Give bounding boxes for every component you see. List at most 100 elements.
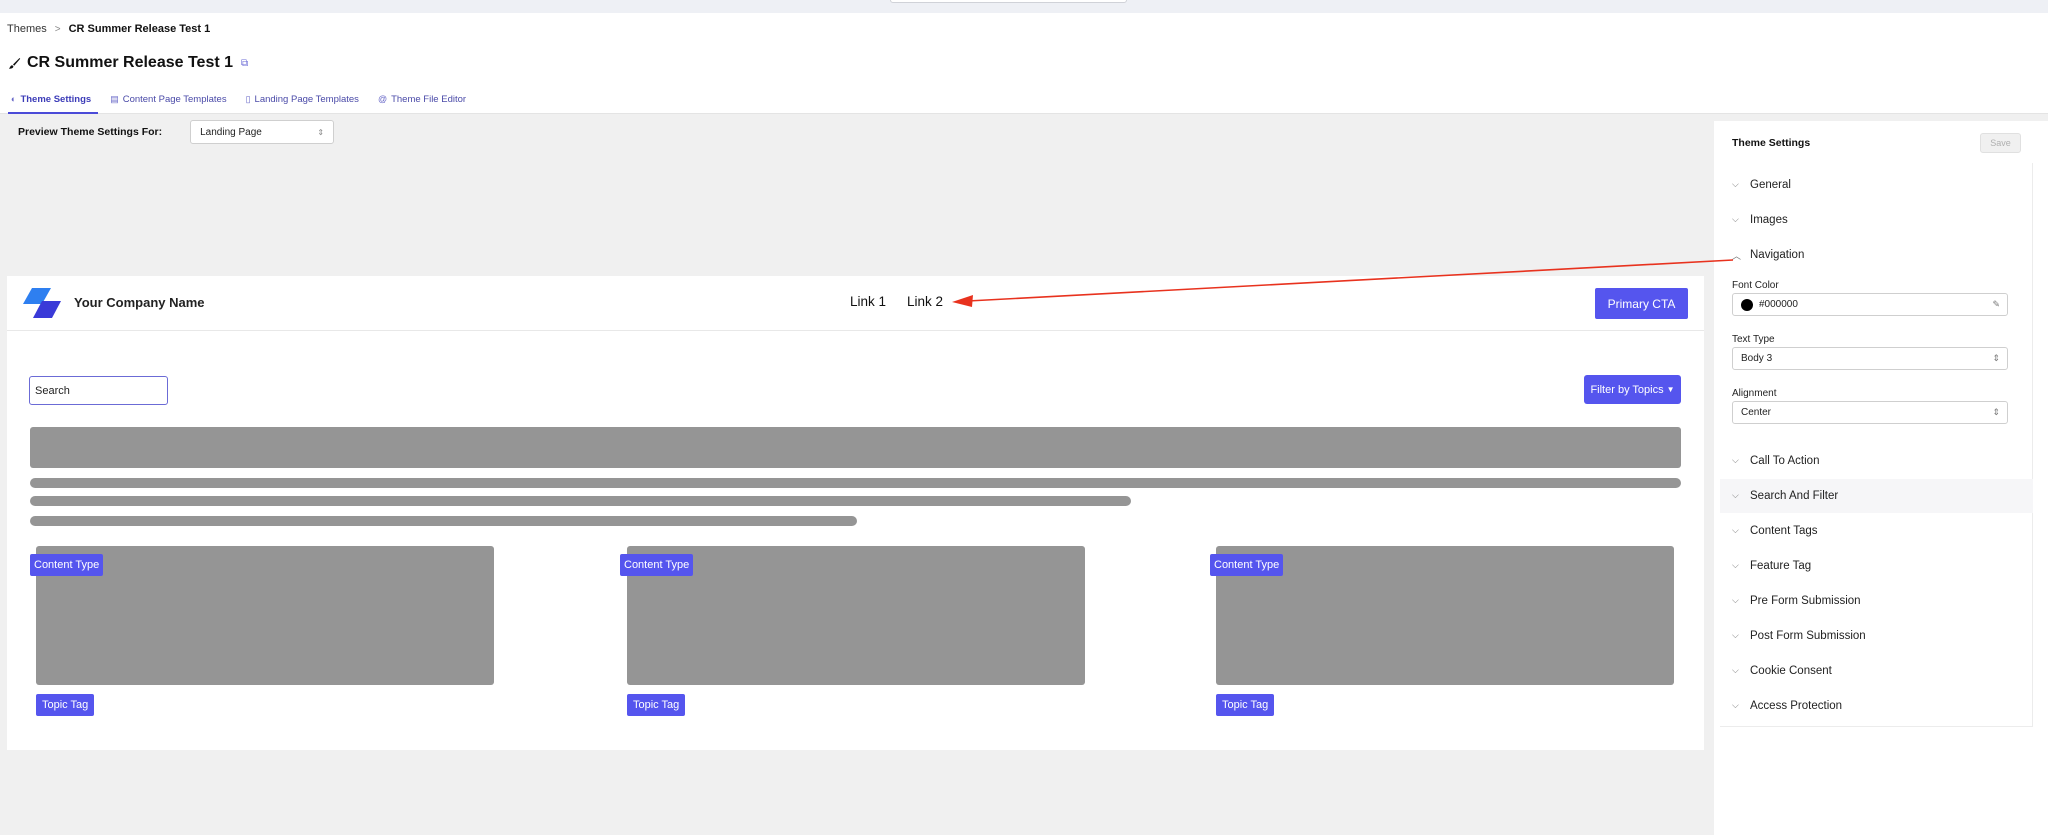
section-label: General <box>1750 179 1791 191</box>
section-label: Access Protection <box>1750 700 1843 712</box>
caret-down-icon: ▼ <box>1666 385 1675 394</box>
tab-label: Theme File Editor <box>391 94 467 105</box>
font-color-value: #000000 <box>1759 299 1798 310</box>
page-title: CR Summer Release Test 1 <box>27 54 234 71</box>
theme-settings-panel: Theme Settings Save ⌵ General ⌵ Images ︿… <box>1714 121 2048 835</box>
copy-icon[interactable]: ⧉ <box>241 58 248 69</box>
section-label: Content Tags <box>1750 525 1818 537</box>
section-content-tags[interactable]: ⌵ Content Tags <box>1720 514 2033 548</box>
preview-label: Preview Theme Settings For: <box>18 126 163 138</box>
title-row: CR Summer Release Test 1 ⧉ <box>8 54 248 72</box>
nav-link-2[interactable]: Link 2 <box>907 294 943 309</box>
preview-page-select[interactable]: Landing Page ⇕ <box>190 120 335 144</box>
site-search-input[interactable]: Search <box>29 376 168 405</box>
text-type-select[interactable]: Body 3 ⇕ <box>1732 347 2008 370</box>
section-images[interactable]: ⌵ Images <box>1720 203 2033 237</box>
top-strip <box>0 0 2048 13</box>
select-value: Landing Page <box>200 126 262 138</box>
section-search-and-filter[interactable]: ⌵ Search And Filter <box>1720 479 2033 513</box>
breadcrumb-themes-link[interactable]: Themes <box>7 23 47 35</box>
chevron-down-icon: ⌵ <box>1732 560 1739 570</box>
topic-tag[interactable]: Topic Tag <box>627 694 686 716</box>
content-type-badge: Content Type <box>1210 554 1284 576</box>
content-type-badge: Content Type <box>30 554 104 576</box>
tab-label: Theme Settings <box>20 94 92 105</box>
alignment-select[interactable]: Center ⇕ <box>1732 401 2008 424</box>
updown-chevron-icon: ⇕ <box>1992 407 2000 417</box>
filter-label: Filter by Topics <box>1590 383 1664 396</box>
section-pre-form-submission[interactable]: ⌵ Pre Form Submission <box>1720 584 2033 618</box>
card-image <box>36 546 494 685</box>
skeleton-line <box>30 478 1681 488</box>
eyedropper-icon[interactable]: ✎ <box>1992 299 2000 310</box>
site-navigation: Your Company Name Link 1 Link 2 Primary … <box>7 276 1704 331</box>
theme-preview-canvas: Your Company Name Link 1 Link 2 Primary … <box>7 276 1704 750</box>
text-type-label: Text Type <box>1732 334 1775 345</box>
card-image <box>627 546 1085 685</box>
top-search-box[interactable] <box>890 0 1127 3</box>
section-cookie-consent[interactable]: ⌵ Cookie Consent <box>1720 654 2033 688</box>
nav-link-1[interactable]: Link 1 <box>850 294 886 309</box>
chevron-down-icon: ⌵ <box>1732 665 1739 675</box>
primary-cta-button[interactable]: Primary CTA <box>1595 288 1688 319</box>
section-navigation[interactable]: ︿ Navigation <box>1720 238 2033 272</box>
template-icon: ▤ <box>110 94 119 104</box>
section-label: Post Form Submission <box>1750 630 1866 642</box>
font-color-field[interactable]: #000000 ✎ <box>1732 293 2008 316</box>
at-icon: @ <box>377 94 388 104</box>
content-type-badge: Content Type <box>620 554 694 576</box>
breadcrumb-current: CR Summer Release Test 1 <box>68 23 211 35</box>
tab-theme-file-editor[interactable]: @ Theme File Editor <box>375 90 473 114</box>
font-color-label: Font Color <box>1732 280 1779 291</box>
chevron-down-icon: ⌵ <box>1732 630 1739 640</box>
alignment-value: Center <box>1741 407 1772 418</box>
panel-header: Theme Settings Save <box>1714 121 2048 163</box>
section-feature-tag[interactable]: ⌵ Feature Tag <box>1720 549 2033 583</box>
color-swatch[interactable] <box>1741 298 1753 311</box>
alignment-label: Alignment <box>1732 388 1777 399</box>
tab-theme-settings[interactable]: ◐ Theme Settings <box>8 90 99 114</box>
tab-label: Content Page Templates <box>122 94 227 105</box>
theme-icon: ◐ <box>11 94 17 104</box>
section-label: Call To Action <box>1750 455 1820 467</box>
panel-title: Theme Settings <box>1732 137 1811 149</box>
section-general[interactable]: ⌵ General <box>1720 168 2033 202</box>
section-label: Pre Form Submission <box>1750 595 1861 607</box>
nav-links: Link 1 Link 2 <box>850 294 943 309</box>
filter-by-topics-button[interactable]: Filter by Topics ▼ <box>1584 375 1681 404</box>
chevron-down-icon: ⌵ <box>1732 179 1739 189</box>
section-label: Images <box>1750 214 1788 226</box>
chevron-down-icon: ⌵ <box>1732 525 1739 535</box>
tab-landing-page-templates[interactable]: ▯ Landing Page Templates <box>243 90 366 114</box>
updown-chevron-icon: ⇕ <box>317 127 325 137</box>
chevron-up-icon: ︿ <box>1732 251 1742 261</box>
section-access-protection[interactable]: ⌵ Access Protection <box>1720 689 2033 723</box>
section-call-to-action[interactable]: ⌵ Call To Action <box>1720 444 2033 478</box>
updown-chevron-icon: ⇕ <box>1992 353 2000 363</box>
company-name: Your Company Name <box>74 295 205 310</box>
text-type-value: Body 3 <box>1741 353 1773 364</box>
topic-tag[interactable]: Topic Tag <box>1216 694 1275 716</box>
chevron-down-icon: ⌵ <box>1732 595 1739 605</box>
tab-content-page-templates[interactable]: ▤ Content Page Templates <box>107 90 233 114</box>
chevron-down-icon: ⌵ <box>1732 490 1739 500</box>
chevron-down-icon: ⌵ <box>1732 455 1739 465</box>
skeleton-heading <box>30 427 1681 468</box>
chevron-right-icon: > <box>54 23 61 35</box>
skeleton-line <box>30 496 1131 506</box>
topic-tag[interactable]: Topic Tag <box>36 694 95 716</box>
settings-accordion: ⌵ General ⌵ Images ︿ Navigation Font Col… <box>1720 163 2033 727</box>
company-logo-icon <box>23 288 61 318</box>
tab-label: Landing Page Templates <box>254 94 359 105</box>
chevron-down-icon: ⌵ <box>1732 214 1739 224</box>
section-label: Cookie Consent <box>1750 665 1832 677</box>
breadcrumb: Themes > CR Summer Release Test 1 <box>7 23 210 35</box>
tab-bar: ◐ Theme Settings ▤ Content Page Template… <box>8 90 482 114</box>
section-post-form-submission[interactable]: ⌵ Post Form Submission <box>1720 619 2033 653</box>
preview-bar: Preview Theme Settings For: Landing Page… <box>18 120 335 144</box>
skeleton-line <box>30 516 857 526</box>
page-header: Themes > CR Summer Release Test 1 CR Sum… <box>0 13 2048 114</box>
card-image <box>1216 546 1674 685</box>
chevron-down-icon: ⌵ <box>1732 700 1739 710</box>
save-button[interactable]: Save <box>1980 133 2021 153</box>
